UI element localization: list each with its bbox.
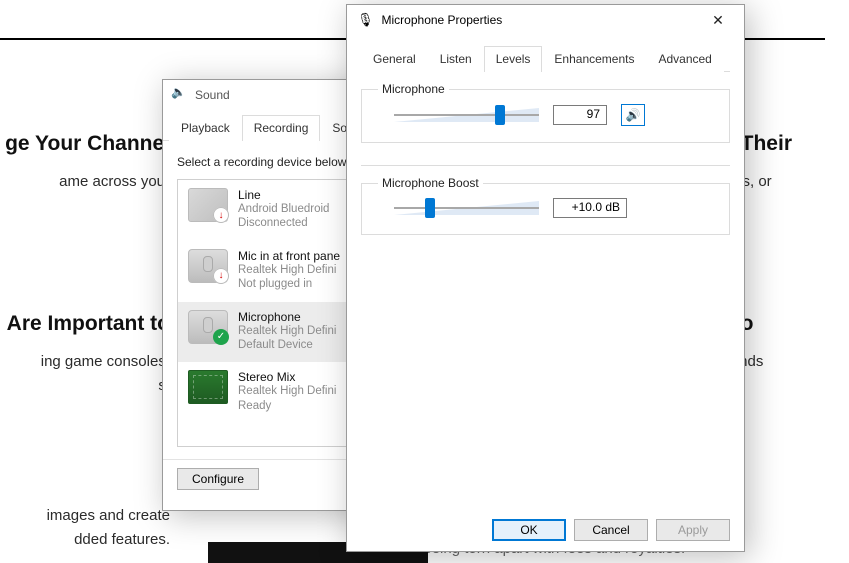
paragraph: dded features. [0,529,170,551]
speaker-icon [173,88,187,102]
tab-enhancements[interactable]: Enhancements [542,46,646,72]
line-in-icon: ↓ [188,188,228,222]
paragraph: s. [0,375,170,397]
device-status: Disconnected [238,216,329,230]
divider [361,165,730,166]
device-status: Default Device [238,338,336,352]
device-desc: Android Bluedroid [238,202,329,216]
microphone-icon [357,12,374,28]
device-desc: Realtek High Defini [238,324,336,338]
tab-playback[interactable]: Playback [169,115,242,141]
titlebar[interactable]: Microphone Properties ✕ [347,5,744,35]
tab-levels[interactable]: Levels [484,46,543,72]
device-desc: Realtek High Defini [238,384,336,398]
speaker-icon: 🔊 [626,108,641,122]
configure-button[interactable]: Configure [177,468,259,490]
cancel-button[interactable]: Cancel [574,519,648,541]
arrow-down-icon: ↓ [213,207,229,223]
check-icon: ✓ [213,329,229,345]
tabstrip: General Listen Levels Enhancements Advan… [361,45,730,72]
tab-recording[interactable]: Recording [242,115,321,141]
microphone-icon: ✓ [188,310,228,344]
apply-button[interactable]: Apply [656,519,730,541]
device-desc: Realtek High Defini [238,263,340,277]
window-title: Microphone Properties [382,13,503,27]
device-name: Stereo Mix [238,370,336,384]
device-status: Not plugged in [238,277,340,291]
paragraph: images and create [0,505,170,527]
tab-listen[interactable]: Listen [428,46,484,72]
microphone-level-slider[interactable] [394,105,539,125]
paragraph: ing game consoles. [0,351,170,373]
arrow-down-icon: ↓ [213,268,229,284]
device-name: Mic in at front pane [238,249,340,263]
microphone-boost-slider[interactable] [394,198,539,218]
tab-general[interactable]: General [361,46,428,72]
tab-advanced[interactable]: Advanced [646,46,723,72]
microphone-properties-window: Microphone Properties ✕ General Listen L… [346,4,745,552]
group-label: Microphone [378,82,449,96]
microphone-level-group: Microphone 97 🔊 [361,82,730,143]
window-title: Sound [195,88,230,102]
paragraph: ame across your [0,171,170,193]
group-label: Microphone Boost [378,176,483,190]
heading: ge Your Channel [0,132,170,156]
ok-button[interactable]: OK [492,519,566,541]
microphone-level-value[interactable]: 97 [553,105,607,125]
microphone-boost-group: Microphone Boost +10.0 dB [361,176,730,235]
microphone-icon: ↓ [188,249,228,283]
close-button[interactable]: ✕ [698,6,738,34]
sound-card-icon [188,370,228,404]
footer: OK Cancel Apply [492,519,730,541]
heading: Are Important to [0,312,170,336]
microphone-boost-value[interactable]: +10.0 dB [553,198,627,218]
mute-button[interactable]: 🔊 [621,104,645,126]
device-name: Microphone [238,310,336,324]
device-status: Ready [238,399,336,413]
device-name: Line [238,188,329,202]
